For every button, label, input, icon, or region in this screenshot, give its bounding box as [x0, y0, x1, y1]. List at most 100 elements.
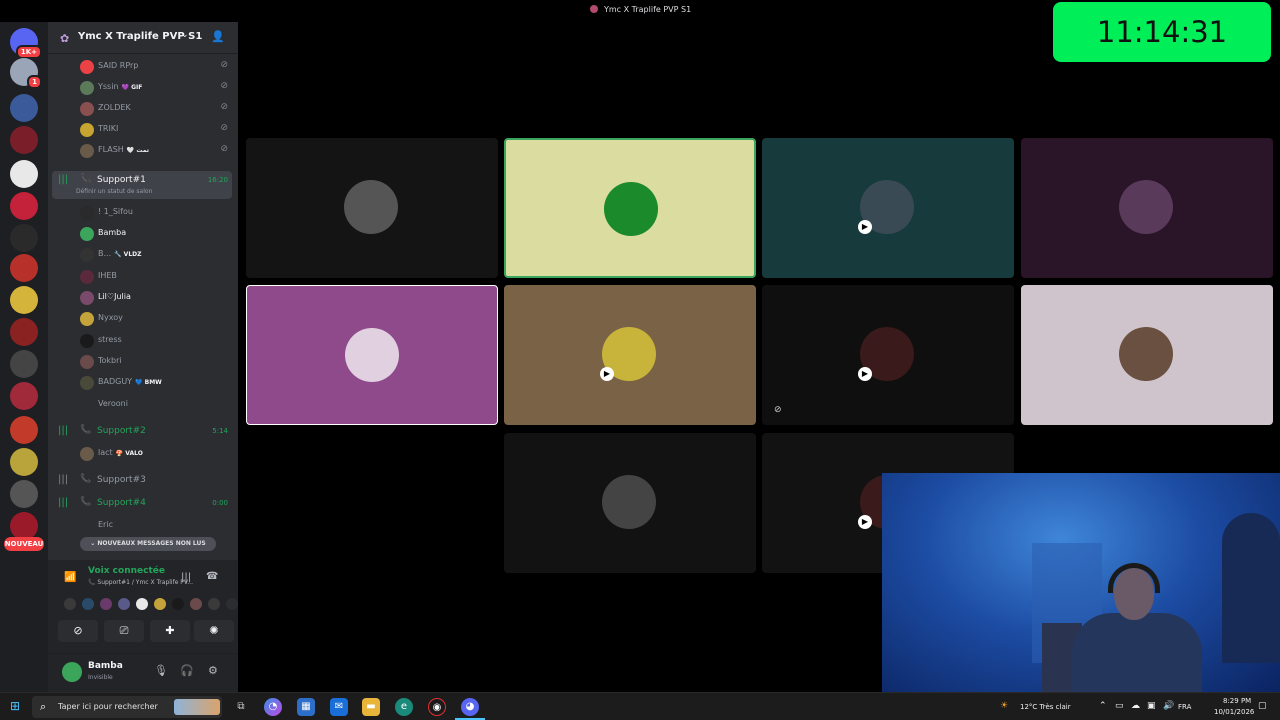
discord-home-icon[interactable]: 1K+: [10, 28, 42, 59]
voice-channel-support2[interactable]: ||| 📞 Support#2 5:14: [52, 422, 232, 442]
server-icon[interactable]: [10, 318, 38, 346]
participant-tile[interactable]: [1021, 138, 1273, 278]
participant-tile[interactable]: ▶ ⊘: [762, 285, 1014, 425]
screen-share-button[interactable]: ⎚: [104, 620, 144, 642]
voice-channel-support4[interactable]: ||| 📞 Support#4 0:00: [52, 494, 232, 514]
list-item[interactable]: TRIKI ⊘: [76, 120, 236, 140]
taskbar-search[interactable]: ⌕ Taper ici pour rechercher: [32, 696, 222, 718]
server-icon[interactable]: [10, 480, 38, 508]
volume-icon[interactable]: 🔊: [1163, 701, 1174, 711]
microphone-icon[interactable]: 🎙: [154, 664, 168, 677]
participant-tile[interactable]: ▶: [762, 138, 1014, 278]
list-item[interactable]: Tokbri: [76, 352, 236, 372]
gear-icon[interactable]: ⚙: [208, 664, 218, 677]
taskbar-date[interactable]: 10/01/2026: [1214, 708, 1254, 716]
server-header[interactable]: ✿ Ymc X Traplife PVP S1 ⌄ 👤: [48, 22, 238, 54]
server-icon[interactable]: [10, 224, 38, 252]
weather-icon[interactable]: ☀: [1000, 701, 1008, 711]
copilot-icon[interactable]: ◔: [264, 698, 282, 716]
voice-status[interactable]: Voix connectée: [88, 566, 165, 576]
list-item[interactable]: Lil♡Julia: [76, 288, 236, 308]
avatar[interactable]: [208, 598, 220, 610]
list-item[interactable]: ! 1_Sifou: [76, 203, 236, 223]
soundboard-button[interactable]: ✺: [194, 620, 234, 642]
server-icon[interactable]: [10, 512, 38, 540]
unread-messages-pill[interactable]: ⌄ NOUVEAUX MESSAGES NON LUS: [80, 537, 216, 551]
channel-status-hint[interactable]: Définir un statut de salon: [76, 188, 152, 195]
server-icon[interactable]: [10, 416, 38, 444]
participant-tile[interactable]: [504, 138, 756, 278]
list-item[interactable]: stress: [76, 331, 236, 351]
list-item[interactable]: Veroonі: [76, 395, 236, 415]
avatar[interactable]: [226, 598, 238, 610]
store-icon[interactable]: ▦: [297, 698, 315, 716]
task-view-icon[interactable]: ⧉: [232, 698, 250, 716]
avatar[interactable]: [64, 598, 76, 610]
participant-tile[interactable]: [246, 285, 498, 425]
server-icon[interactable]: [10, 350, 38, 378]
security-icon[interactable]: ▭: [1115, 701, 1124, 711]
list-item[interactable]: ZOLDEK ⊘: [76, 99, 236, 119]
participant-tile[interactable]: ▶: [504, 285, 756, 425]
avatar[interactable]: [190, 598, 202, 610]
network-icon[interactable]: ▣: [1147, 701, 1156, 711]
list-item[interactable]: lact 🍄 VALO: [76, 444, 236, 464]
avatar[interactable]: [154, 598, 166, 610]
headphones-icon[interactable]: 🎧: [180, 664, 194, 677]
onedrive-icon[interactable]: ☁: [1131, 701, 1140, 711]
list-item[interactable]: Yssin 💜 GIF ⊘: [76, 78, 236, 98]
participant-tile[interactable]: [246, 138, 498, 278]
list-item[interactable]: Eric: [76, 516, 236, 536]
avatar[interactable]: [136, 598, 148, 610]
list-item[interactable]: Bamba: [76, 224, 236, 244]
taskbar-time[interactable]: 8:29 PM: [1223, 697, 1251, 705]
channel-name: Support#4: [97, 498, 146, 508]
voice-channel-support1[interactable]: ||| 📞 Support#1 16:20 Définir un statut de s…: [52, 171, 232, 199]
list-item[interactable]: SAID RPrp ⊘: [76, 57, 236, 77]
file-explorer-icon[interactable]: ▬: [362, 698, 380, 716]
server-icon[interactable]: [10, 286, 38, 314]
member-name-text: SAID RPrp: [98, 61, 139, 70]
camera-off-button[interactable]: ⊘: [58, 620, 98, 642]
obs-icon[interactable]: ◉: [428, 698, 446, 716]
noise-suppression-icon[interactable]: |||: [181, 572, 191, 583]
list-item[interactable]: BADGUY 💙 BMW: [76, 373, 236, 393]
new-badge[interactable]: NOUVEAU: [4, 537, 44, 551]
list-item[interactable]: B... 🔧 VLDZ: [76, 245, 236, 265]
list-item[interactable]: IHEB: [76, 267, 236, 287]
server-icon[interactable]: 1: [10, 58, 42, 89]
chevron-up-icon[interactable]: ⌃: [1099, 701, 1107, 711]
avatar[interactable]: [62, 662, 82, 682]
avatar[interactable]: [118, 598, 130, 610]
server-icon[interactable]: [10, 448, 38, 476]
chevron-down-icon[interactable]: ⌄: [181, 30, 189, 40]
avatar[interactable]: [172, 598, 184, 610]
windows-start-icon[interactable]: ⊞: [10, 699, 20, 713]
participant-tile[interactable]: [1021, 285, 1273, 425]
weather-text[interactable]: 12°C Très clair: [1020, 703, 1071, 711]
server-icon[interactable]: [10, 254, 38, 282]
server-icon[interactable]: [10, 126, 38, 154]
signal-icon[interactable]: 📶: [64, 572, 76, 583]
server-icon[interactable]: [10, 94, 38, 122]
list-item[interactable]: FLASH 🤍 تمت ⊘: [76, 141, 236, 161]
voice-connection-panel: 📶 Voix connectée 📞 Support#1 / Ymc X Tra…: [48, 560, 238, 654]
disconnect-icon[interactable]: ☎: [206, 571, 218, 582]
edge-icon[interactable]: e: [395, 698, 413, 716]
outlook-icon[interactable]: ✉: [330, 698, 348, 716]
notification-icon[interactable]: ▢: [1258, 701, 1267, 711]
add-user-icon[interactable]: 👤: [211, 30, 225, 43]
language-indicator[interactable]: FRA: [1178, 703, 1191, 711]
avatar[interactable]: [100, 598, 112, 610]
avatar[interactable]: [82, 598, 94, 610]
voice-channel-support3[interactable]: ||| 📞 Support#3: [52, 471, 232, 491]
discord-taskbar-icon[interactable]: ◕: [461, 698, 479, 716]
participant-tile[interactable]: [504, 433, 756, 573]
user-name[interactable]: Bamba: [88, 661, 123, 671]
list-item[interactable]: Nyxoy: [76, 309, 236, 329]
avatar: [80, 355, 94, 369]
server-icon[interactable]: [10, 160, 38, 188]
activities-button[interactable]: ✚: [150, 620, 190, 642]
server-icon[interactable]: [10, 192, 38, 220]
server-icon[interactable]: [10, 382, 38, 410]
